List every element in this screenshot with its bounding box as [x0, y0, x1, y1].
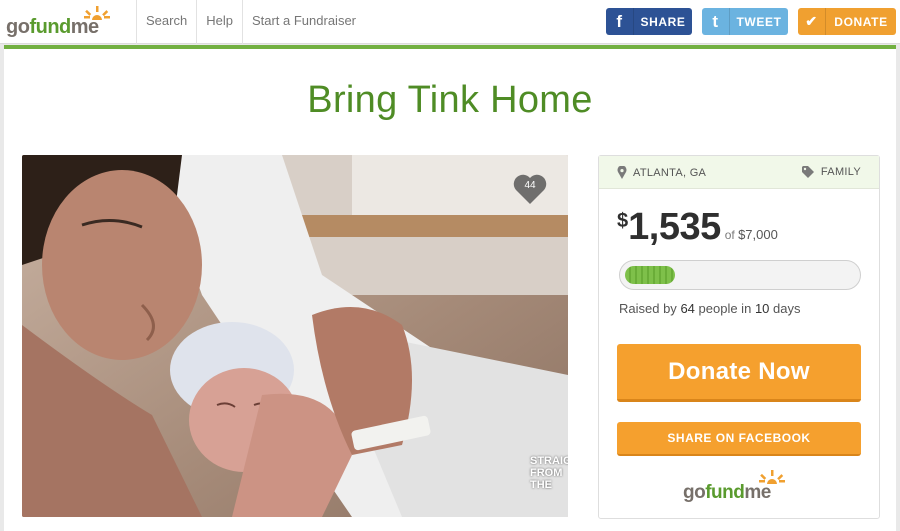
category-label: FAMILY [820, 166, 861, 178]
nav-link-help[interactable]: Help [196, 0, 242, 44]
logo-wordmark: gofundme [6, 16, 99, 38]
watermark-line-1: STRAIGHT [530, 455, 568, 467]
watermark: STRAIGHT FROM THE [530, 455, 568, 491]
goal-amount: $7,000 [738, 227, 778, 242]
goal-text: of $7,000 [725, 227, 778, 242]
raised-by-mid: people in [698, 301, 752, 316]
tweet-label: TWEET [736, 14, 782, 29]
nav-links: Search Help Start a Fundraiser [136, 0, 365, 44]
progress-bar [619, 260, 861, 290]
map-pin-icon [617, 166, 627, 179]
facebook-share-label: SHARE [640, 14, 686, 29]
campaign-card: Bring Tink Home 44 STRAIG FROM THE ATLAN… [4, 45, 896, 531]
gofundme-footer-logo: gofundme [679, 468, 799, 508]
nav-link-start-fundraiser[interactable]: Start a Fundraiser [241, 0, 365, 44]
progress-bar-fill [625, 266, 676, 284]
mother-and-newborn-image [22, 155, 568, 517]
gofundme-logo[interactable]: gofundme [6, 4, 126, 40]
nav-link-search[interactable]: Search [136, 0, 196, 44]
facebook-share-button[interactable]: f SHARE [606, 8, 692, 35]
location: ATLANTA, GA [617, 166, 706, 179]
share-on-facebook-button[interactable]: SHARE ON FACEBOOK [617, 422, 861, 456]
favorite-heart-button[interactable]: 44 [510, 169, 550, 209]
currency-symbol: $ [617, 210, 629, 232]
raised-by-suffix: days [773, 301, 801, 316]
goal-prefix: of [724, 228, 735, 242]
top-navigation-bar: gofundme Search Help Start a Fundraiser … [0, 0, 900, 44]
heart-count: 44 [524, 180, 536, 191]
campaign-meta-strip: ATLANTA, GA FAMILY [599, 156, 879, 189]
tag-icon [801, 166, 814, 178]
facebook-icon: f [606, 8, 634, 35]
tweet-button[interactable]: t TWEET [702, 8, 788, 35]
donate-now-button[interactable]: Donate Now [617, 344, 861, 402]
donation-sidebar: ATLANTA, GA FAMILY $ 1,535 of $7,000 Rai… [598, 155, 880, 519]
raised-summary: Raised by 64 people in 10 days [619, 301, 801, 316]
location-label: ATLANTA, GA [633, 166, 707, 179]
campaign-photo: 44 STRAIGHT FROM THE [22, 155, 568, 517]
donate-header-button[interactable]: ✔ DONATE [798, 8, 896, 35]
category[interactable]: FAMILY [801, 166, 861, 178]
watermark-line-3: THE [530, 479, 552, 491]
watermark-line-2: FROM [530, 467, 563, 479]
raised-amount: 1,535 [628, 206, 721, 248]
twitter-icon: t [702, 8, 730, 35]
footer-logo-wordmark: gofundme [683, 482, 771, 503]
checkmark-icon: ✔ [798, 8, 826, 35]
amount-raised: $ 1,535 of $7,000 [617, 206, 778, 249]
donor-count: 64 [680, 301, 695, 316]
days-count: 10 [754, 301, 770, 316]
donate-header-label: DONATE [834, 14, 888, 29]
raised-by-prefix: Raised by [619, 301, 677, 316]
campaign-title: Bring Tink Home [307, 79, 593, 121]
